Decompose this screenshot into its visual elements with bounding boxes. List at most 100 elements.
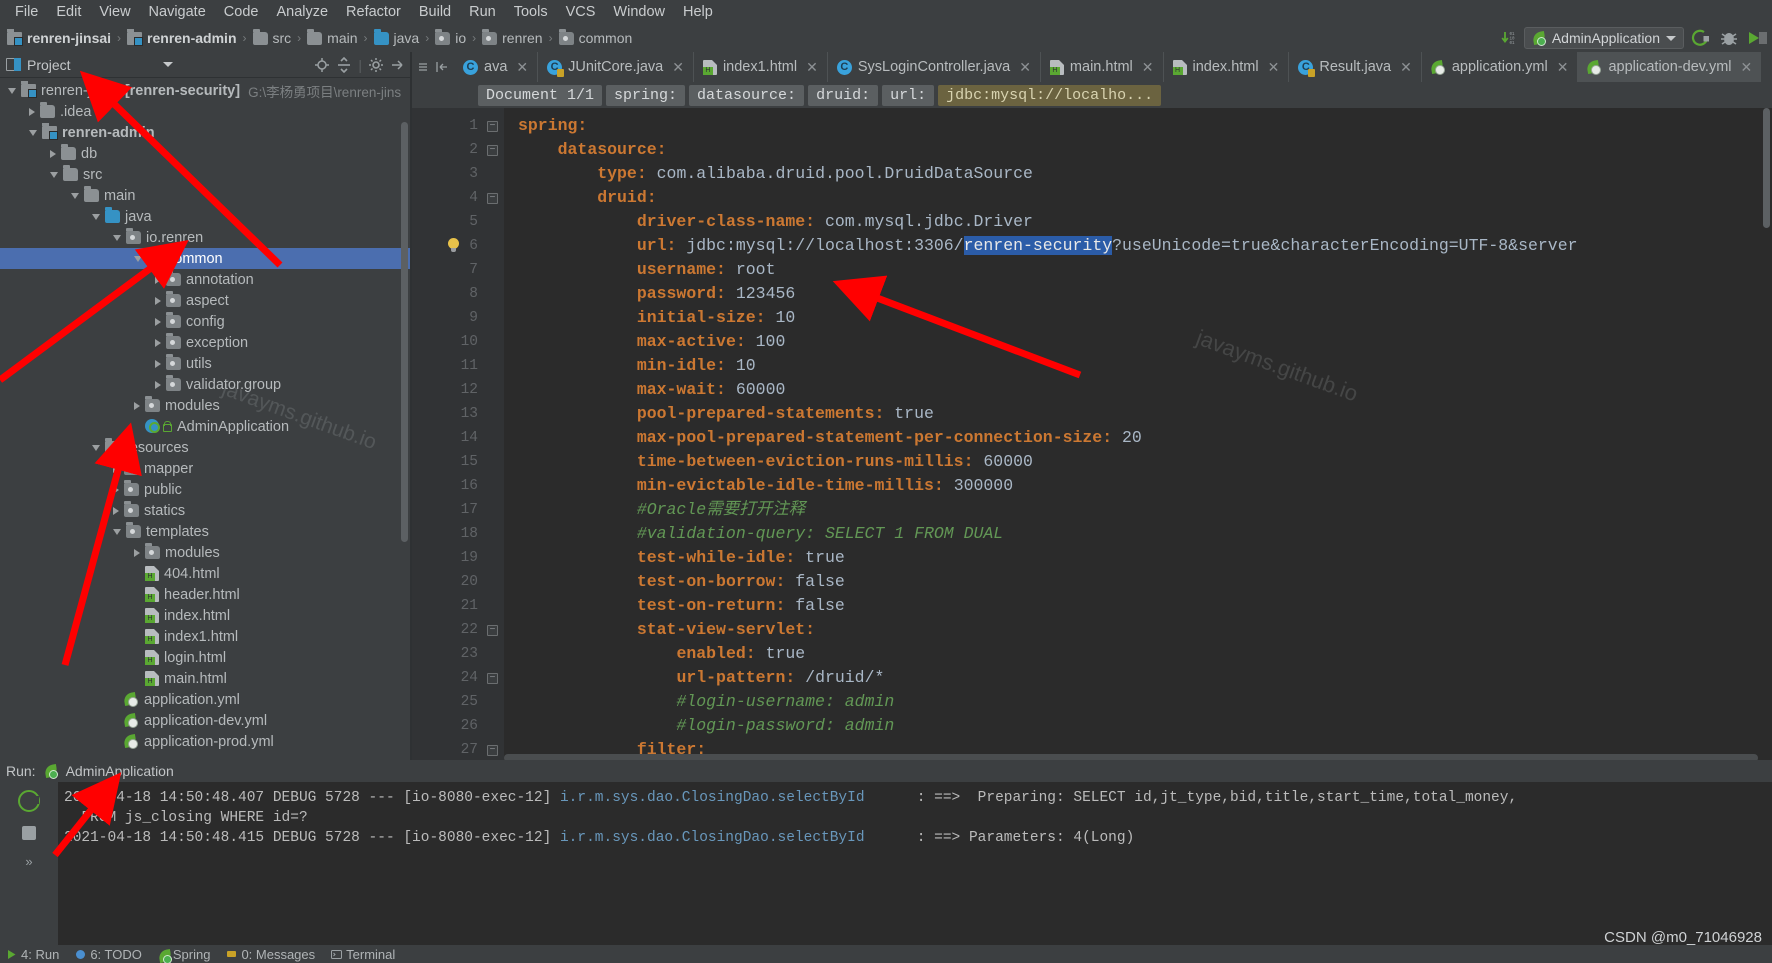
menu-item-tools[interactable]: Tools bbox=[505, 2, 557, 22]
tree-node[interactable]: 404.html bbox=[0, 563, 410, 584]
menu-item-window[interactable]: Window bbox=[604, 2, 674, 22]
tree-node[interactable]: modules bbox=[0, 542, 410, 563]
editor-breadcrumbs[interactable]: Document 1/1 spring: datasource: druid: url:… bbox=[412, 82, 1772, 108]
stop-icon[interactable] bbox=[22, 826, 36, 840]
status-messages[interactable]: 0: Messages bbox=[226, 947, 315, 962]
chevron-down-icon[interactable] bbox=[134, 255, 142, 262]
code-line[interactable]: min-idle: 10 bbox=[518, 354, 1772, 378]
code-content[interactable]: spring: datasource: type: com.alibaba.dr… bbox=[504, 108, 1772, 762]
fold-toggle-icon[interactable]: − bbox=[487, 625, 498, 636]
chevron-right-icon[interactable] bbox=[134, 401, 140, 410]
intention-bulb-icon[interactable] bbox=[447, 238, 460, 253]
editor-tab[interactable]: JUnitCore.java ✕ bbox=[537, 52, 693, 82]
run-configuration-selector[interactable]: AdminApplication bbox=[1523, 27, 1684, 49]
chevron-right-icon[interactable] bbox=[113, 464, 119, 473]
chevron-right-icon[interactable] bbox=[50, 149, 56, 158]
fold-toggle-icon[interactable]: − bbox=[487, 121, 498, 132]
close-icon[interactable]: ✕ bbox=[1741, 59, 1753, 76]
code-line[interactable]: password: 123456 bbox=[518, 282, 1772, 306]
rerun-icon[interactable] bbox=[18, 790, 40, 812]
editor-breadcrumb-item[interactable]: url: bbox=[882, 84, 935, 106]
menu-item-view[interactable]: View bbox=[90, 2, 139, 22]
status-terminal[interactable]: Terminal bbox=[331, 947, 395, 962]
close-icon[interactable]: ✕ bbox=[1557, 59, 1569, 76]
tree-node[interactable]: utils bbox=[0, 353, 410, 374]
tree-node[interactable]: login.html bbox=[0, 647, 410, 668]
code-line[interactable]: test-while-idle: true bbox=[518, 546, 1772, 570]
menu-item-vcs[interactable]: VCS bbox=[557, 2, 605, 22]
tree-node[interactable]: AdminApplication bbox=[0, 416, 410, 437]
tab-align-left-icon[interactable] bbox=[435, 60, 449, 74]
scroll-to-end-icon[interactable]: » bbox=[25, 854, 32, 869]
close-icon[interactable]: ✕ bbox=[516, 59, 528, 76]
fold-toggle-icon[interactable]: − bbox=[487, 193, 498, 204]
line-number-gutter[interactable]: 1−2− 3 4− 5 6 7 8 9 10 11 12 13 14 15 16 17 18 19 20 21 22− 2… bbox=[412, 108, 504, 762]
editor-tab[interactable]: application.yml ✕ bbox=[1420, 52, 1578, 82]
chevron-down-icon[interactable] bbox=[29, 129, 37, 136]
code-line[interactable]: type: com.alibaba.druid.pool.DruidDataSo… bbox=[518, 162, 1772, 186]
code-line[interactable]: enabled: true bbox=[518, 642, 1772, 666]
fold-toggle-icon[interactable]: − bbox=[487, 673, 498, 684]
locate-icon[interactable] bbox=[314, 57, 330, 73]
menu-item-navigate[interactable]: Navigate bbox=[140, 2, 215, 22]
tree-node[interactable]: renren-admin bbox=[0, 122, 410, 143]
menu-item-help[interactable]: Help bbox=[674, 2, 722, 22]
tree-node[interactable]: .idea bbox=[0, 101, 410, 122]
tree-node[interactable]: application-prod.yml bbox=[0, 731, 410, 752]
chevron-right-icon[interactable] bbox=[155, 338, 161, 347]
editor-tab[interactable]: index.html ✕ bbox=[1162, 52, 1289, 82]
menu-item-edit[interactable]: Edit bbox=[47, 2, 90, 22]
code-line[interactable]: driver-class-name: com.mysql.jdbc.Driver bbox=[518, 210, 1772, 234]
code-line[interactable]: #validation-query: SELECT 1 FROM DUAL bbox=[518, 522, 1772, 546]
tree-node[interactable]: application-dev.yml bbox=[0, 710, 410, 731]
editor-breadcrumb-item[interactable]: druid: bbox=[808, 84, 879, 106]
close-icon[interactable]: ✕ bbox=[806, 59, 818, 76]
tab-list-icon[interactable] bbox=[416, 60, 430, 74]
close-icon[interactable]: ✕ bbox=[1019, 59, 1031, 76]
code-line[interactable]: username: root bbox=[518, 258, 1772, 282]
chevron-right-icon[interactable] bbox=[155, 317, 161, 326]
chevron-right-icon[interactable] bbox=[155, 275, 161, 284]
editor-breadcrumb-item[interactable]: jdbc:mysql://localho... bbox=[938, 84, 1162, 106]
editor-vertical-scrollbar[interactable] bbox=[1763, 108, 1770, 228]
project-tree[interactable]: renren-jinsai [renren-security] G:\李杨勇项目\… bbox=[0, 78, 410, 762]
tree-node[interactable]: public bbox=[0, 479, 410, 500]
tree-node-selected[interactable]: common bbox=[0, 248, 410, 269]
status-run[interactable]: 4: Run bbox=[6, 947, 59, 962]
breadcrumb-renren-jinsai[interactable]: renren-jinsai bbox=[4, 28, 114, 46]
code-line[interactable]: pool-prepared-statements: true bbox=[518, 402, 1772, 426]
menu-item-build[interactable]: Build bbox=[410, 2, 460, 22]
chevron-down-icon[interactable] bbox=[92, 213, 100, 220]
tree-node[interactable]: validator.group bbox=[0, 374, 410, 395]
gear-icon[interactable] bbox=[368, 57, 384, 73]
code-line[interactable]: #login-username: admin bbox=[518, 690, 1772, 714]
console-output[interactable]: 2021-04-18 14:50:48.407 DEBUG 5728 --- [… bbox=[58, 782, 1772, 963]
chevron-right-icon[interactable] bbox=[155, 380, 161, 389]
editor-tab[interactable]: main.html ✕ bbox=[1039, 52, 1163, 82]
chevron-right-icon[interactable] bbox=[134, 548, 140, 557]
breadcrumb-java[interactable]: java bbox=[371, 28, 423, 46]
editor-breadcrumb-item[interactable]: Document 1/1 bbox=[478, 84, 603, 106]
menu-item-run[interactable]: Run bbox=[460, 2, 505, 22]
breadcrumb-renren-admin[interactable]: renren-admin bbox=[124, 28, 239, 46]
tree-node[interactable]: main bbox=[0, 185, 410, 206]
breadcrumb-io[interactable]: io bbox=[432, 28, 469, 46]
tree-node[interactable]: statics bbox=[0, 500, 410, 521]
tree-node[interactable]: renren-jinsai [renren-security] G:\李杨勇项目\… bbox=[0, 80, 410, 101]
debug-icon[interactable] bbox=[1718, 28, 1740, 48]
menu-item-analyze[interactable]: Analyze bbox=[267, 2, 337, 22]
close-icon[interactable]: ✕ bbox=[1400, 59, 1412, 76]
editor-tab[interactable]: index1.html ✕ bbox=[692, 52, 827, 82]
chevron-down-icon[interactable] bbox=[113, 234, 121, 241]
code-line[interactable]: time-between-eviction-runs-millis: 60000 bbox=[518, 450, 1772, 474]
code-line[interactable]: url-pattern: /druid/* bbox=[518, 666, 1772, 690]
code-line[interactable]: stat-view-servlet: bbox=[518, 618, 1772, 642]
editor-tab-bar[interactable]: ava✕JUnitCore.java✕index1.html✕SysLoginC… bbox=[412, 52, 1772, 82]
collapse-all-icon[interactable] bbox=[336, 56, 352, 73]
tree-node[interactable]: db bbox=[0, 143, 410, 164]
code-line[interactable]: test-on-return: false bbox=[518, 594, 1772, 618]
code-line[interactable]: url: jdbc:mysql://localhost:3306/renren-… bbox=[518, 234, 1772, 258]
chevron-right-icon[interactable] bbox=[113, 485, 119, 494]
run-marker-icon[interactable] bbox=[162, 420, 172, 433]
code-line[interactable]: max-active: 100 bbox=[518, 330, 1772, 354]
